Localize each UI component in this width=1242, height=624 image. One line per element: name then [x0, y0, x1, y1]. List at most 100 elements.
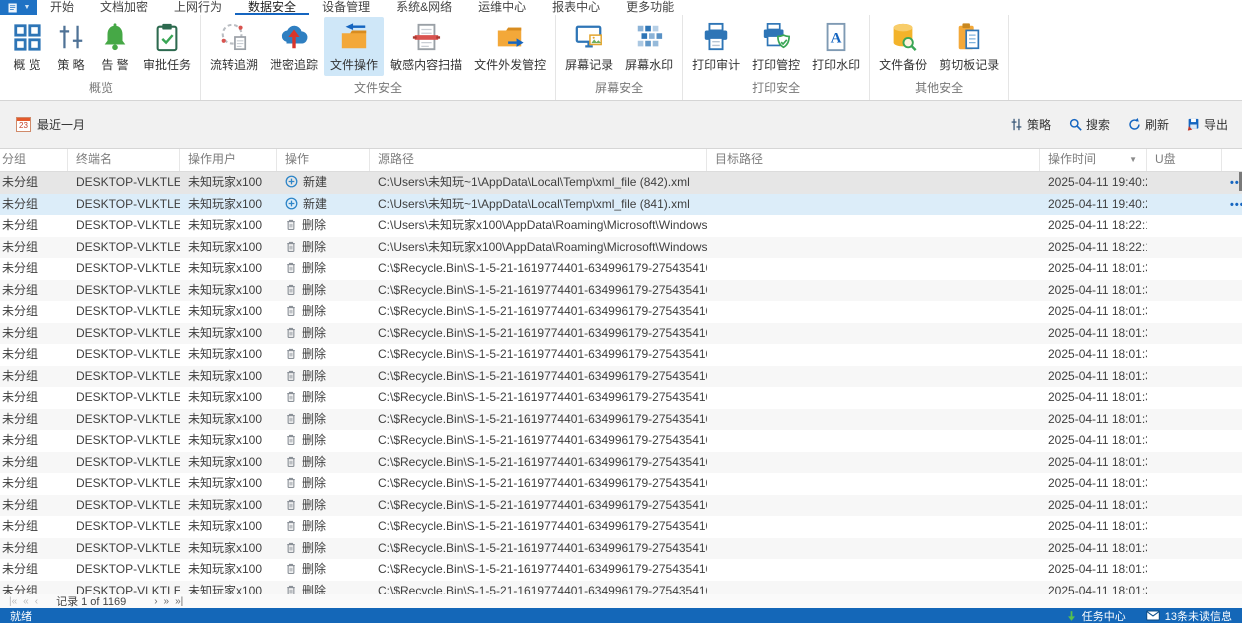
table-row[interactable]: 未分组 DESKTOP-VLKTLE1 未知玩家x100 新建 C:\Users\未知玩…	[0, 193, 1242, 215]
sliders-sm-icon	[1010, 118, 1023, 131]
table-row[interactable]: 未分组 DESKTOP-VLKTLE1 未知玩家x100 删除 C:\$Recycle.…	[0, 387, 1242, 409]
ribbon-button-printer[interactable]: 打印审计	[686, 17, 746, 76]
menu-item-9[interactable]: 更多功能	[613, 0, 687, 15]
application-window: ▼ 开始 文档加密 上网行为 数据安全 设备管理 系统&网络 运维中心 报表中心 更多功能 概 …	[0, 0, 1242, 623]
ribbon-button-monitor-pic[interactable]: 屏幕记录	[559, 17, 619, 76]
ribbon-toolbar: 概 览策 略告 警审批任务 概览 流转追溯 泄密追踪 文件操作 敏感内容扫描 文件外发管控 文…	[0, 15, 1242, 101]
table-row[interactable]: 未分组 DESKTOP-VLKTLE1 未知玩家x100 删除 C:\Users\未知玩…	[0, 236, 1242, 258]
column-header-5[interactable]: 源路径	[370, 149, 707, 171]
cell-5: C:\$Recycle.Bin\S-1-5-21-1619774401-6349…	[378, 368, 707, 383]
ribbon-button-folder-return[interactable]: 文件操作	[324, 17, 385, 76]
task-center-button[interactable]: 任务中心	[1066, 608, 1126, 624]
table-row[interactable]: 未分组 DESKTOP-VLKTLE1 未知玩家x100 删除 C:\$Recycle.…	[0, 301, 1242, 323]
pager-prev-1[interactable]: |«	[6, 596, 20, 607]
table-row[interactable]: 未分组 DESKTOP-VLKTLE1 未知玩家x100 删除 C:\$Recycle.…	[0, 408, 1242, 430]
menu-item-5[interactable]: 设备管理	[309, 0, 383, 15]
ribbon-button-db-search[interactable]: 文件备份	[873, 17, 933, 76]
ribbon-button-cloud-up[interactable]: 泄密追踪	[264, 17, 324, 76]
table-row[interactable]: 未分组 DESKTOP-VLKTLE1 未知玩家x100 删除 C:\$Recycle.…	[0, 516, 1242, 538]
menu-item-7[interactable]: 运维中心	[465, 0, 539, 15]
menu-item-3[interactable]: 上网行为	[161, 0, 235, 15]
cell-6	[707, 323, 1040, 345]
table-row[interactable]: 未分组 DESKTOP-VLKTLE1 未知玩家x100 删除 C:\$Recycle.…	[0, 580, 1242, 594]
action-search-button[interactable]: 搜索	[1069, 116, 1110, 133]
pager-prev-3[interactable]: ‹	[32, 596, 41, 607]
ribbon-button-clipboard-check[interactable]: 审批任务	[137, 17, 197, 76]
filter-dropdown-icon[interactable]: ▼	[1129, 149, 1137, 170]
cell-8	[1147, 452, 1222, 474]
ribbon-group-label: 屏幕安全	[595, 81, 644, 95]
table-row[interactable]: 未分组 DESKTOP-VLKTLE1 未知玩家x100 删除 C:\$Recycle.…	[0, 258, 1242, 280]
column-header-6[interactable]: 目标路径	[707, 149, 1040, 171]
column-header-2[interactable]: 终端名	[68, 149, 180, 171]
cell-4: 删除	[277, 323, 370, 345]
ribbon-button-cycle-doc[interactable]: 流转追溯	[204, 17, 264, 76]
table-row[interactable]: 未分组 DESKTOP-VLKTLE1 未知玩家x100 删除 C:\$Recycle.…	[0, 494, 1242, 517]
table-row[interactable]: 未分组 DESKTOP-VLKTLE1 未知玩家x100 删除 C:\$Recycle.…	[0, 322, 1242, 345]
table-row[interactable]: 未分组 DESKTOP-VLKTLE1 未知玩家x100 删除 C:\$Recycle.…	[0, 537, 1242, 559]
table-row[interactable]: 未分组 DESKTOP-VLKTLE1 未知玩家x100 删除 C:\$Recycle.…	[0, 344, 1242, 366]
cell-8	[1147, 430, 1222, 452]
trash-icon	[285, 368, 297, 388]
column-header-1[interactable]: 分组	[0, 149, 68, 171]
menu-item-1[interactable]: 开始	[37, 0, 87, 15]
menu-item-4[interactable]: 数据安全	[235, 0, 309, 15]
column-header-3[interactable]: 操作用户	[180, 149, 277, 171]
cell-6	[707, 495, 1040, 517]
table-row[interactable]: 未分组 DESKTOP-VLKTLE1 未知玩家x100 删除 C:\$Recycle.…	[0, 279, 1242, 301]
row-actions-button[interactable]: •••	[1230, 199, 1242, 211]
table-row[interactable]: 未分组 DESKTOP-VLKTLE1 未知玩家x100 删除 C:\$Recycle.…	[0, 559, 1242, 581]
cell-8	[1147, 215, 1222, 237]
table-row[interactable]: 未分组 DESKTOP-VLKTLE1 未知玩家x100 删除 C:\$Recycle.…	[0, 451, 1242, 474]
ribbon-button-bell[interactable]: 告 警	[93, 17, 137, 76]
pager-next-3[interactable]: »|	[172, 596, 186, 607]
pager-next-2[interactable]: »	[161, 596, 173, 607]
printer-icon	[700, 21, 732, 53]
pager-prev-2[interactable]: «	[20, 596, 32, 607]
ribbon-button-doc-a[interactable]: A 打印水印	[806, 17, 866, 76]
calendar-day: 23	[19, 121, 28, 130]
action-refresh-button[interactable]: 刷新	[1128, 116, 1169, 133]
cell-2: DESKTOP-VLKTLE1	[76, 347, 180, 361]
cell-5: C:\Users\未知玩家x100\AppData\Roaming\Micros…	[378, 239, 707, 254]
table-row[interactable]: 未分组 DESKTOP-VLKTLE1 未知玩家x100 删除 C:\Users\未知玩…	[0, 215, 1242, 237]
pager-next-1[interactable]: ›	[151, 596, 160, 607]
operation-label: 删除	[302, 282, 327, 297]
cell-7: 2025-04-11 18:01:38	[1048, 390, 1147, 404]
ribbon-button-clipboard-doc[interactable]: 剪切板记录	[933, 17, 1005, 76]
app-menu-button[interactable]: ▼	[0, 0, 37, 15]
menu-item-2[interactable]: 文档加密	[87, 0, 161, 15]
ribbon-group: 概 览 策 略 告 警审批任务 概览	[2, 15, 202, 100]
table-row[interactable]: 未分组 DESKTOP-VLKTLE1 未知玩家x100 删除 C:\$Recycle.…	[0, 473, 1242, 495]
cell-8	[1147, 258, 1222, 280]
menu-items: 开始 文档加密 上网行为 数据安全 设备管理 系统&网络 运维中心 报表中心 更多功能	[37, 0, 687, 15]
cell-6	[707, 559, 1040, 581]
table-row[interactable]: 未分组 DESKTOP-VLKTLE1 未知玩家x100 删除 C:\$Recycle.…	[0, 365, 1242, 388]
menu-item-6[interactable]: 系统&网络	[383, 0, 465, 15]
cell-3: 未知玩家x100	[188, 497, 263, 512]
cell-6	[707, 301, 1040, 323]
table-row[interactable]: 未分组 DESKTOP-VLKTLE1 未知玩家x100 删除 C:\$Recycle.…	[0, 430, 1242, 452]
action-export-button[interactable]: 导出	[1187, 116, 1228, 133]
unread-messages-button[interactable]: 13条未读信息	[1145, 608, 1232, 624]
ribbon-button-folder-out[interactable]: 文件外发管控	[468, 17, 552, 76]
ribbon-button-sliders[interactable]: 策 略	[49, 17, 93, 76]
ribbon-button-grid[interactable]: 概 览	[5, 17, 49, 76]
cell-3: 未知玩家x100	[188, 325, 263, 340]
cell-1: 未分组	[2, 261, 39, 275]
action-sliders-sm-button[interactable]: 策略	[1010, 116, 1051, 133]
ribbon-button-mosaic[interactable]: 屏幕水印	[619, 17, 679, 76]
menu-item-8[interactable]: 报表中心	[539, 0, 613, 15]
cell-2: DESKTOP-VLKTLE1	[76, 476, 180, 490]
column-header-8[interactable]: U盘	[1147, 149, 1222, 171]
table-row[interactable]: 未分组 DESKTOP-VLKTLE1 未知玩家x100 新建 C:\Users\未知玩…	[0, 172, 1242, 194]
ribbon-button-label: 泄密追踪	[270, 58, 319, 72]
column-header-4[interactable]: 操作	[277, 149, 370, 171]
date-range-filter[interactable]: 23 最近一月	[16, 116, 85, 133]
column-header-7[interactable]: 操作时间 ▼	[1040, 149, 1147, 171]
plus-icon	[285, 174, 298, 194]
operation-label: 删除	[302, 261, 327, 275]
ribbon-button-doc-scan[interactable]: 敏感内容扫描	[384, 17, 468, 76]
ribbon-button-printer-shield[interactable]: 打印管控	[746, 17, 806, 76]
cell-3: 未知玩家x100	[188, 304, 263, 318]
